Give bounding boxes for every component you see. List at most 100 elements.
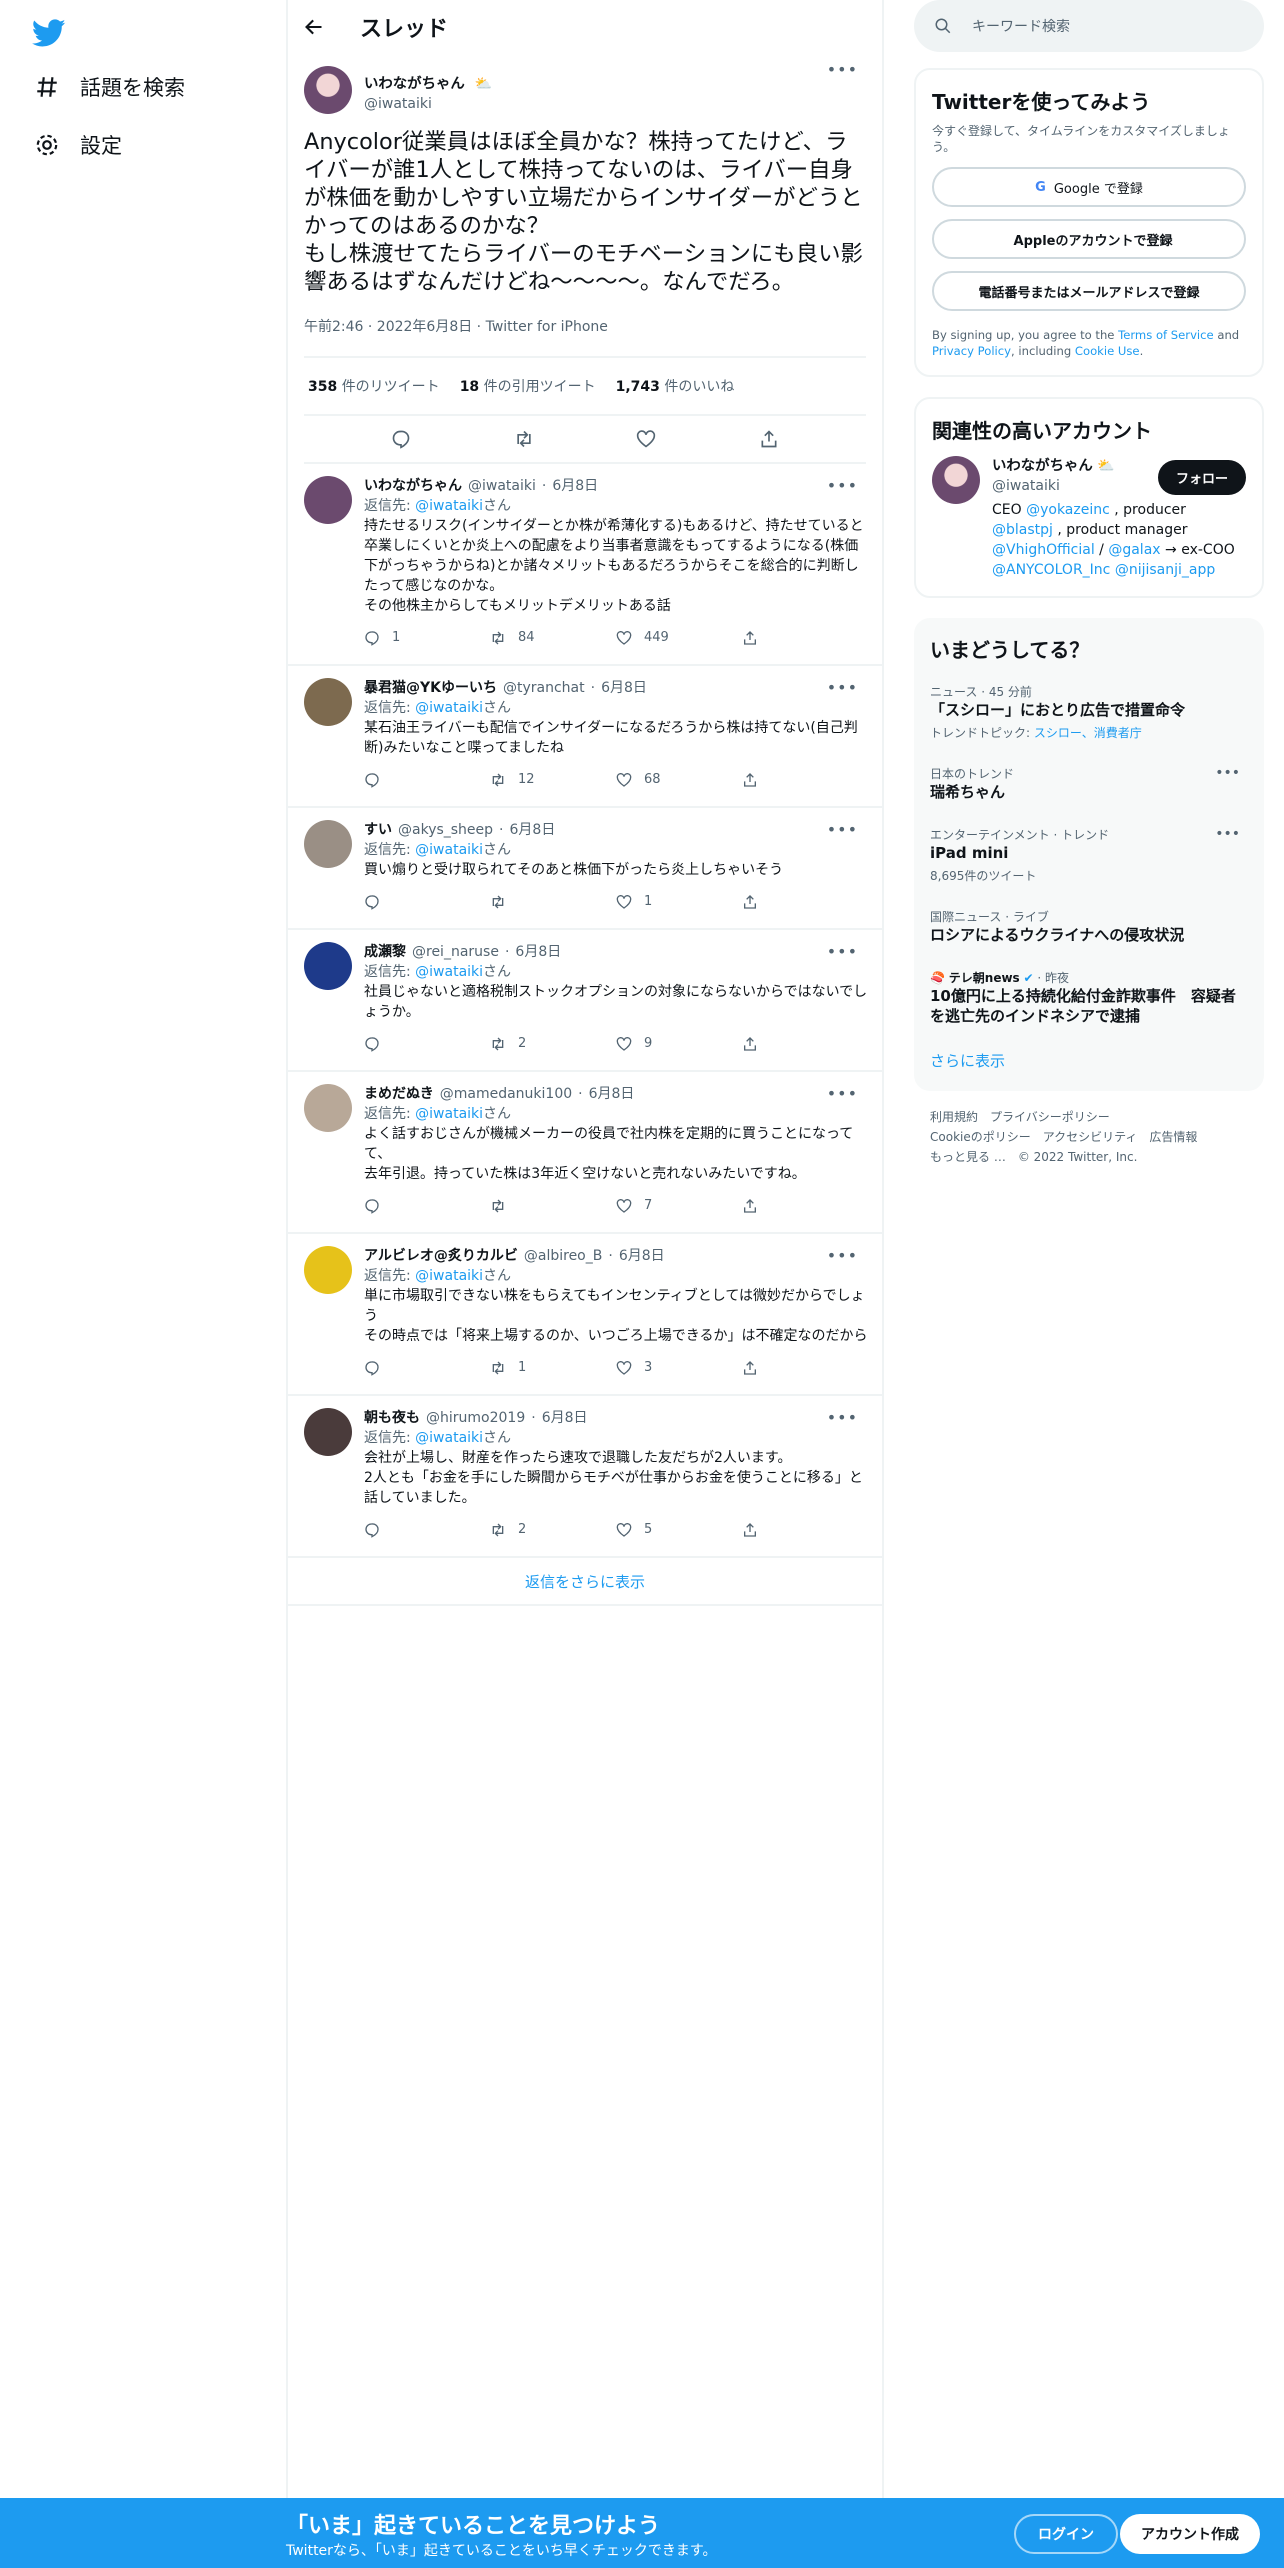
terms-link[interactable]: Terms of Service <box>1118 328 1214 342</box>
signup-button[interactable]: アカウント作成 <box>1120 2514 1260 2554</box>
reply-tweet[interactable]: まめだぬき @mamedanuki100 · 6月8日 返信先: @iwataikiさん… <box>288 1072 882 1234</box>
avatar[interactable] <box>304 1084 352 1132</box>
trend-item[interactable]: 日本のトレンド 瑞希ちゃん ••• <box>930 753 1248 814</box>
trend-item[interactable]: エンターテインメント · トレンド iPad mini 8,695件のツイート … <box>930 814 1248 896</box>
share-button[interactable] <box>742 1198 868 1214</box>
show-more-trends-link[interactable]: さらに表示 <box>930 1038 1248 1075</box>
more-options-icon[interactable]: ••• <box>827 820 858 839</box>
retweet-button[interactable] <box>490 1198 616 1214</box>
like-button[interactable]: 9 <box>616 1034 742 1054</box>
avatar[interactable] <box>304 1408 352 1456</box>
more-options-icon[interactable]: ••• <box>827 1084 858 1103</box>
reply-date[interactable]: 6月8日 <box>552 476 598 496</box>
reply-author-handle[interactable]: @albireo_B <box>524 1246 602 1266</box>
trend-item[interactable]: 🍣 テレ朝news ✔ · 昨夜 10億円に上る持続化給付金詐欺事件 容疑者を逃… <box>930 957 1248 1038</box>
share-button[interactable] <box>742 1522 868 1538</box>
reply-date[interactable]: 6月8日 <box>510 820 556 840</box>
mention-link[interactable]: @nijisanji_app <box>1115 562 1215 578</box>
reply-author-name[interactable]: 成瀬黎 <box>364 942 406 962</box>
phone-email-signup-button[interactable]: 電話番号またはメールアドレスで登録 <box>932 271 1246 311</box>
retweet-icon[interactable] <box>514 429 534 449</box>
share-icon[interactable] <box>759 429 779 449</box>
share-button[interactable] <box>742 1036 868 1052</box>
twitter-logo-icon[interactable] <box>32 16 66 50</box>
like-button[interactable]: 5 <box>616 1520 742 1540</box>
account-name[interactable]: いわながちゃん <box>992 458 1093 474</box>
like-icon[interactable] <box>636 429 656 449</box>
share-button[interactable] <box>742 894 868 910</box>
more-options-icon[interactable]: ••• <box>827 60 858 79</box>
author-name[interactable]: いわながちゃん <box>364 76 465 92</box>
mention-link[interactable]: @blastpj <box>992 522 1053 538</box>
retweet-count[interactable]: 358 件のリツイート <box>308 376 440 396</box>
mention-link[interactable]: @iwataiki <box>415 700 483 716</box>
back-arrow-icon[interactable] <box>304 17 324 37</box>
nav-settings[interactable]: 設定 <box>34 130 122 160</box>
mention-link[interactable]: @iwataiki <box>415 1106 483 1122</box>
reply-button[interactable] <box>364 1036 490 1052</box>
reply-button[interactable] <box>364 1522 490 1538</box>
like-button[interactable]: 449 <box>616 628 742 648</box>
more-options-icon[interactable]: ••• <box>1215 826 1240 842</box>
like-count[interactable]: 1,743 件のいいね <box>616 376 735 396</box>
more-options-icon[interactable]: ••• <box>827 678 858 697</box>
reply-author-handle[interactable]: @iwataiki <box>468 476 536 496</box>
reply-tweet[interactable]: 暴君猫@YKゆーいち @tyranchat · 6月8日 返信先: @iwataikiさ… <box>288 666 882 808</box>
mention-link[interactable]: @galax <box>1108 542 1160 558</box>
google-signup-button[interactable]: G Google で登録 <box>932 167 1246 207</box>
retweet-button[interactable] <box>490 894 616 910</box>
reply-author-name[interactable]: 朝も夜も <box>364 1408 420 1428</box>
follow-button[interactable]: フォロー <box>1157 460 1246 495</box>
mention-link[interactable]: @iwataiki <box>415 498 483 514</box>
reply-author-name[interactable]: すい <box>364 820 392 840</box>
more-options-icon[interactable]: ••• <box>827 476 858 495</box>
tweet-timestamp[interactable]: 午前2:46 · 2022年6月8日 · Twitter for iPhone <box>304 316 866 358</box>
retweet-button[interactable]: 12 <box>490 770 616 790</box>
login-button[interactable]: ログイン <box>1014 2514 1118 2554</box>
share-button[interactable] <box>742 630 868 646</box>
mention-link[interactable]: @VhighOfficial <box>992 542 1095 558</box>
share-button[interactable] <box>742 1360 868 1376</box>
retweet-button[interactable]: 84 <box>490 628 616 648</box>
apple-signup-button[interactable]: Appleのアカウントで登録 <box>932 219 1246 259</box>
more-options-icon[interactable]: ••• <box>827 1408 858 1427</box>
mention-link[interactable]: @iwataiki <box>415 964 483 980</box>
reply-author-name[interactable]: いわながちゃん <box>364 476 462 496</box>
avatar[interactable] <box>304 476 352 524</box>
reply-tweet[interactable]: アルビレオ@炙りカルビ @albireo_B · 6月8日 返信先: @iwataiki… <box>288 1234 882 1396</box>
share-button[interactable] <box>742 772 868 788</box>
reply-icon[interactable] <box>391 429 411 449</box>
more-options-icon[interactable]: ••• <box>827 1246 858 1265</box>
avatar[interactable] <box>304 942 352 990</box>
reply-tweet[interactable]: 朝も夜も @hirumo2019 · 6月8日 返信先: @iwataikiさん 会社が上… <box>288 1396 882 1558</box>
reply-date[interactable]: 6月8日 <box>619 1246 665 1266</box>
mention-link[interactable]: @yokazeinc <box>1026 502 1110 518</box>
avatar[interactable] <box>304 820 352 868</box>
nav-explore[interactable]: 話題を検索 <box>34 72 185 102</box>
avatar[interactable] <box>932 456 980 504</box>
more-options-icon[interactable]: ••• <box>827 942 858 961</box>
mention-link[interactable]: @iwataiki <box>415 1268 483 1284</box>
reply-tweet[interactable]: 成瀬黎 @rei_naruse · 6月8日 返信先: @iwataikiさん 社員じゃな… <box>288 930 882 1072</box>
like-button[interactable]: 3 <box>616 1358 742 1378</box>
reply-author-name[interactable]: アルビレオ@炙りカルビ <box>364 1246 518 1266</box>
avatar[interactable] <box>304 1246 352 1294</box>
reply-date[interactable]: 6月8日 <box>542 1408 588 1428</box>
reply-author-handle[interactable]: @hirumo2019 <box>426 1408 525 1428</box>
retweet-button[interactable]: 2 <box>490 1520 616 1540</box>
show-more-replies-button[interactable]: 返信をさらに表示 <box>288 1558 882 1606</box>
mention-link[interactable]: @ANYCOLOR_Inc <box>992 562 1110 578</box>
reply-date[interactable]: 6月8日 <box>601 678 647 698</box>
reply-button[interactable] <box>364 894 490 910</box>
reply-date[interactable]: 6月8日 <box>589 1084 635 1104</box>
quote-count[interactable]: 18 件の引用ツイート <box>460 376 596 396</box>
like-button[interactable]: 7 <box>616 1196 742 1216</box>
reply-button[interactable] <box>364 1198 490 1214</box>
reply-author-name[interactable]: まめだぬき <box>364 1084 434 1104</box>
avatar[interactable] <box>304 678 352 726</box>
reply-button[interactable] <box>364 1360 490 1376</box>
more-options-icon[interactable]: ••• <box>1215 765 1240 781</box>
reply-tweet[interactable]: すい @akys_sheep · 6月8日 返信先: @iwataikiさん 買い煽りと受… <box>288 808 882 930</box>
cookie-link[interactable]: Cookie Use <box>1075 344 1140 358</box>
like-button[interactable]: 68 <box>616 770 742 790</box>
